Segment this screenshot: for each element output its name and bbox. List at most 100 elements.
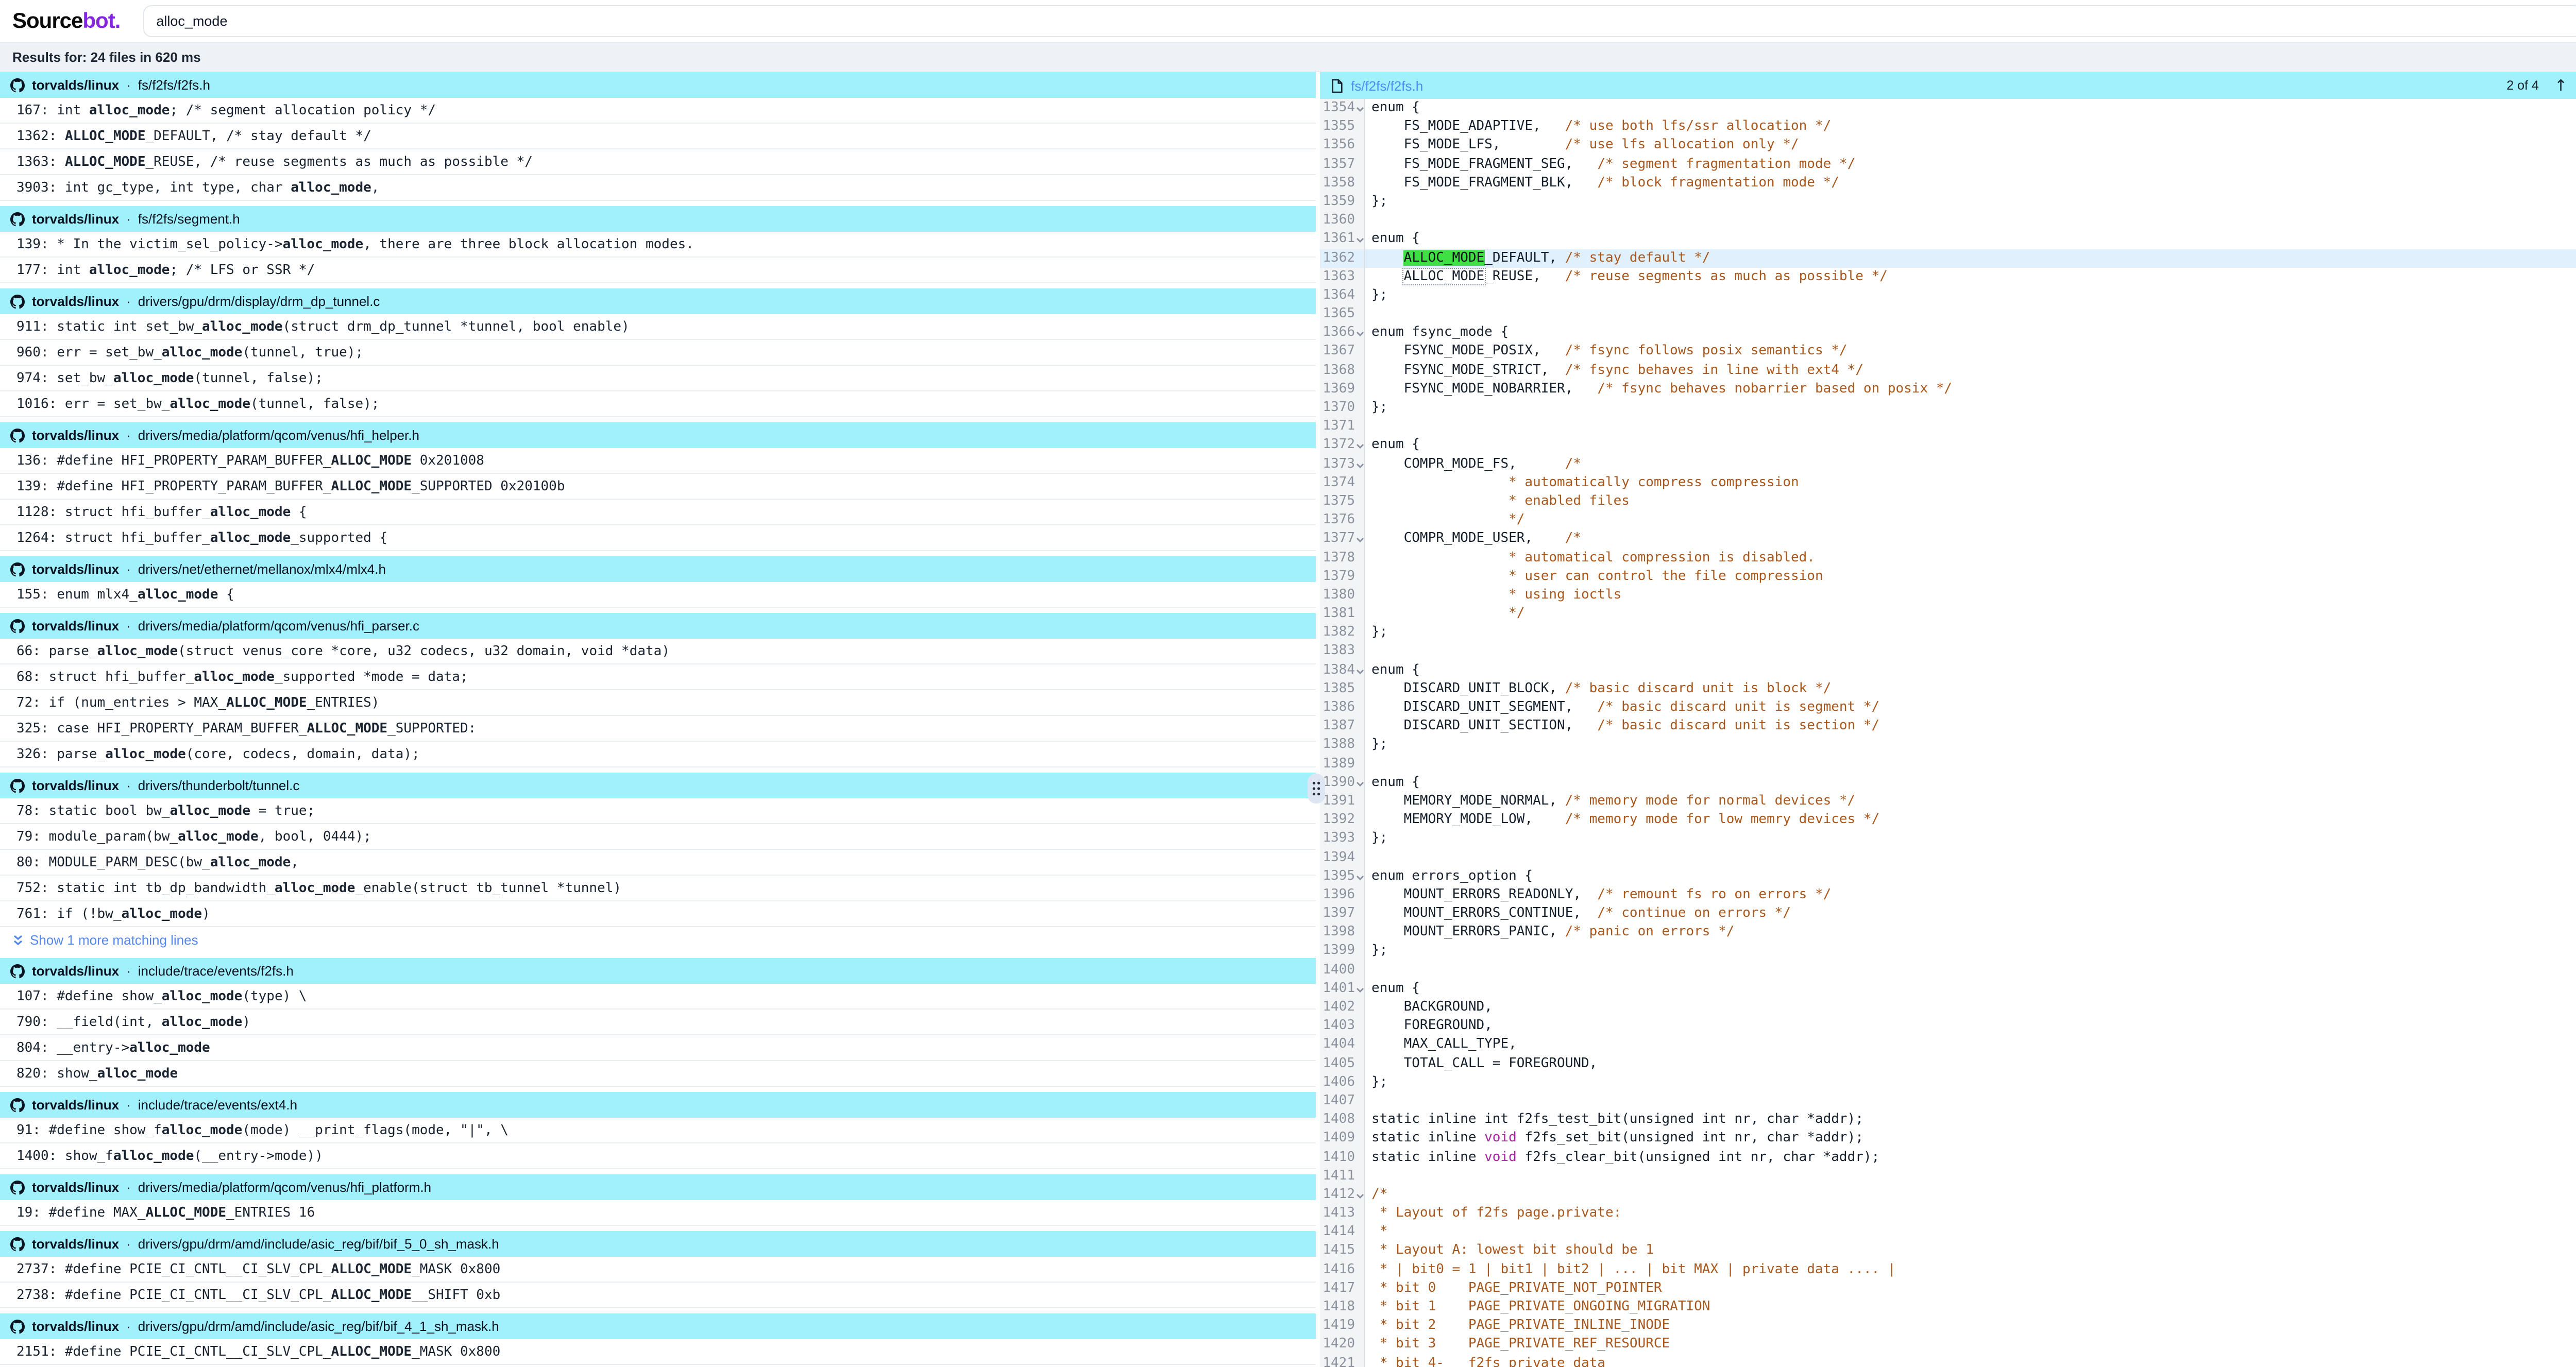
- search-match-line[interactable]: 752: static int tb_dp_bandwidth_alloc_mo…: [0, 876, 1316, 901]
- line-number[interactable]: 1411: [1320, 1167, 1365, 1185]
- line-number[interactable]: 1368: [1320, 361, 1365, 380]
- search-match-line[interactable]: 325: case HFI_PROPERTY_PARAM_BUFFER_ALLO…: [0, 716, 1316, 742]
- line-number[interactable]: 1420: [1320, 1336, 1365, 1354]
- search-match-line[interactable]: 79: module_param(bw_alloc_mode, bool, 04…: [0, 824, 1316, 850]
- file-group-header[interactable]: torvalds/linux·drivers/gpu/drm/amd/inclu…: [0, 1313, 1316, 1339]
- line-number[interactable]: 1392: [1320, 811, 1365, 829]
- line-number[interactable]: 1370: [1320, 399, 1365, 417]
- code-line[interactable]: 1418 * bit 1 PAGE_PRIVATE_ONGOING_MIGRAT…: [1320, 1298, 2576, 1317]
- search-match-line[interactable]: 91: #define show_falloc_mode(mode) __pri…: [0, 1118, 1316, 1143]
- search-match-line[interactable]: 820: show_alloc_mode: [0, 1061, 1316, 1087]
- code-line[interactable]: 1395enum errors_option {: [1320, 867, 2576, 885]
- code-line[interactable]: 1356 FS_MODE_LFS, /* use lfs allocation …: [1320, 136, 2576, 155]
- code-line[interactable]: 1358 FS_MODE_FRAGMENT_BLK, /* block frag…: [1320, 174, 2576, 193]
- code-line[interactable]: 1382};: [1320, 624, 2576, 642]
- search-match-line[interactable]: 136: #define HFI_PROPERTY_PARAM_BUFFER_A…: [0, 448, 1316, 474]
- search-match-line[interactable]: 177: int alloc_mode; /* LFS or SSR */: [0, 258, 1316, 283]
- search-match-line[interactable]: 1128: struct hfi_buffer_alloc_mode {: [0, 500, 1316, 525]
- line-number[interactable]: 1396: [1320, 886, 1365, 904]
- code-line[interactable]: 1419 * bit 2 PAGE_PRIVATE_INLINE_INODE: [1320, 1317, 2576, 1335]
- line-number[interactable]: 1362: [1320, 249, 1365, 267]
- line-number[interactable]: 1408: [1320, 1110, 1365, 1129]
- code-line[interactable]: 1384enum {: [1320, 661, 2576, 679]
- file-group-header[interactable]: torvalds/linux·drivers/gpu/drm/display/d…: [0, 288, 1316, 314]
- code-line[interactable]: 1396 MOUNT_ERRORS_READONLY, /* remount f…: [1320, 886, 2576, 904]
- code-line[interactable]: 1387 DISCARD_UNIT_SECTION, /* basic disc…: [1320, 717, 2576, 736]
- line-number[interactable]: 1399: [1320, 942, 1365, 961]
- search-match-line[interactable]: 80: MODULE_PARM_DESC(bw_alloc_mode,: [0, 850, 1316, 876]
- line-number[interactable]: 1412: [1320, 1186, 1365, 1204]
- code-line[interactable]: 1364};: [1320, 286, 2576, 305]
- line-number[interactable]: 1385: [1320, 680, 1365, 698]
- line-number[interactable]: 1383: [1320, 642, 1365, 661]
- code-line[interactable]: 1370};: [1320, 399, 2576, 417]
- line-number[interactable]: 1359: [1320, 193, 1365, 211]
- line-number[interactable]: 1400: [1320, 961, 1365, 979]
- code-line[interactable]: 1366enum fsync_mode {: [1320, 324, 2576, 343]
- search-match-line[interactable]: 761: if (!bw_alloc_mode): [0, 901, 1316, 927]
- code-line[interactable]: 1360: [1320, 211, 2576, 230]
- line-number[interactable]: 1367: [1320, 343, 1365, 361]
- code-line[interactable]: 1401enum {: [1320, 980, 2576, 998]
- code-line[interactable]: 1385 DISCARD_UNIT_BLOCK, /* basic discar…: [1320, 680, 2576, 698]
- search-match-line[interactable]: 68: struct hfi_buffer_alloc_mode_support…: [0, 664, 1316, 690]
- search-match-line[interactable]: 19: #define MAX_ALLOC_MODE_ENTRIES 16: [0, 1200, 1316, 1226]
- search-match-line[interactable]: 1016: err = set_bw_alloc_mode(tunnel, fa…: [0, 391, 1316, 417]
- line-number[interactable]: 1388: [1320, 736, 1365, 755]
- code-line[interactable]: 1390enum {: [1320, 774, 2576, 792]
- code-line[interactable]: 1397 MOUNT_ERRORS_CONTINUE, /* continue …: [1320, 904, 2576, 923]
- code-line[interactable]: 1416 * | bit0 = 1 | bit1 | bit2 | ... | …: [1320, 1260, 2576, 1279]
- line-number[interactable]: 1375: [1320, 492, 1365, 511]
- search-match-line[interactable]: 326: parse_alloc_mode(core, codecs, doma…: [0, 742, 1316, 767]
- line-number[interactable]: 1410: [1320, 1148, 1365, 1167]
- code-line[interactable]: 1389: [1320, 755, 2576, 773]
- line-number[interactable]: 1398: [1320, 924, 1365, 942]
- search-match-line[interactable]: 167: int alloc_mode; /* segment allocati…: [0, 98, 1316, 124]
- line-number[interactable]: 1393: [1320, 830, 1365, 848]
- code-line[interactable]: 1378 * automatical compression is disabl…: [1320, 549, 2576, 567]
- code-line[interactable]: 1409static inline void f2fs_set_bit(unsi…: [1320, 1130, 2576, 1148]
- line-number[interactable]: 1404: [1320, 1036, 1365, 1054]
- fold-toggle[interactable]: [1356, 536, 1364, 544]
- line-number[interactable]: 1377: [1320, 530, 1365, 549]
- code-line[interactable]: 1371: [1320, 417, 2576, 436]
- line-number[interactable]: 1413: [1320, 1204, 1365, 1223]
- search-match-line[interactable]: 72: if (num_entries > MAX_ALLOC_MODE_ENT…: [0, 690, 1316, 716]
- panel-resize-handle[interactable]: [1308, 774, 1325, 804]
- search-match-line[interactable]: 3903: int gc_type, int type, char alloc_…: [0, 175, 1316, 201]
- line-number[interactable]: 1380: [1320, 586, 1365, 605]
- code-line[interactable]: 1367 FSYNC_MODE_POSIX, /* fsync follows …: [1320, 343, 2576, 361]
- line-number[interactable]: 1403: [1320, 1017, 1365, 1035]
- code-line[interactable]: 1406};: [1320, 1073, 2576, 1092]
- line-number[interactable]: 1406: [1320, 1073, 1365, 1092]
- line-number[interactable]: 1402: [1320, 998, 1365, 1017]
- file-group-header[interactable]: torvalds/linux·drivers/gpu/drm/amd/inclu…: [0, 1231, 1316, 1257]
- fold-toggle[interactable]: [1356, 236, 1364, 245]
- search-match-line[interactable]: 1363: ALLOC_MODE_REUSE, /* reuse segment…: [0, 149, 1316, 175]
- search-match-line[interactable]: 107: #define show_alloc_mode(type) \: [0, 984, 1316, 1010]
- line-number[interactable]: 1390: [1320, 774, 1365, 792]
- line-number[interactable]: 1409: [1320, 1130, 1365, 1148]
- search-match-line[interactable]: 804: __entry->alloc_mode: [0, 1035, 1316, 1061]
- fold-toggle[interactable]: [1356, 461, 1364, 469]
- search-match-line[interactable]: 911: static int set_bw_alloc_mode(struct…: [0, 314, 1316, 340]
- code-line[interactable]: 1380 * using ioctls: [1320, 586, 2576, 605]
- app-logo[interactable]: Sourcebot.: [12, 9, 120, 33]
- line-number[interactable]: 1366: [1320, 324, 1365, 343]
- line-number[interactable]: 1374: [1320, 474, 1365, 492]
- fold-toggle[interactable]: [1356, 667, 1364, 675]
- code-line[interactable]: 1412/*: [1320, 1186, 2576, 1204]
- code-line[interactable]: 1359};: [1320, 193, 2576, 211]
- preview-file-path[interactable]: fs/f2fs/f2fs.h: [1351, 78, 1423, 93]
- code-line[interactable]: 1404 MAX_CALL_TYPE,: [1320, 1036, 2576, 1054]
- line-number[interactable]: 1373: [1320, 455, 1365, 473]
- line-number[interactable]: 1397: [1320, 904, 1365, 923]
- line-number[interactable]: 1391: [1320, 792, 1365, 811]
- code-line[interactable]: 1398 MOUNT_ERRORS_PANIC, /* panic on err…: [1320, 924, 2576, 942]
- search-match-line[interactable]: 1362: ALLOC_MODE_DEFAULT, /* stay defaul…: [0, 124, 1316, 149]
- code-line[interactable]: 1357 FS_MODE_FRAGMENT_SEG, /* segment fr…: [1320, 155, 2576, 174]
- code-line[interactable]: 1383: [1320, 642, 2576, 661]
- code-line[interactable]: 1381 */: [1320, 605, 2576, 623]
- line-number[interactable]: 1407: [1320, 1092, 1365, 1110]
- code-line[interactable]: 1355 FS_MODE_ADAPTIVE, /* use both lfs/s…: [1320, 117, 2576, 136]
